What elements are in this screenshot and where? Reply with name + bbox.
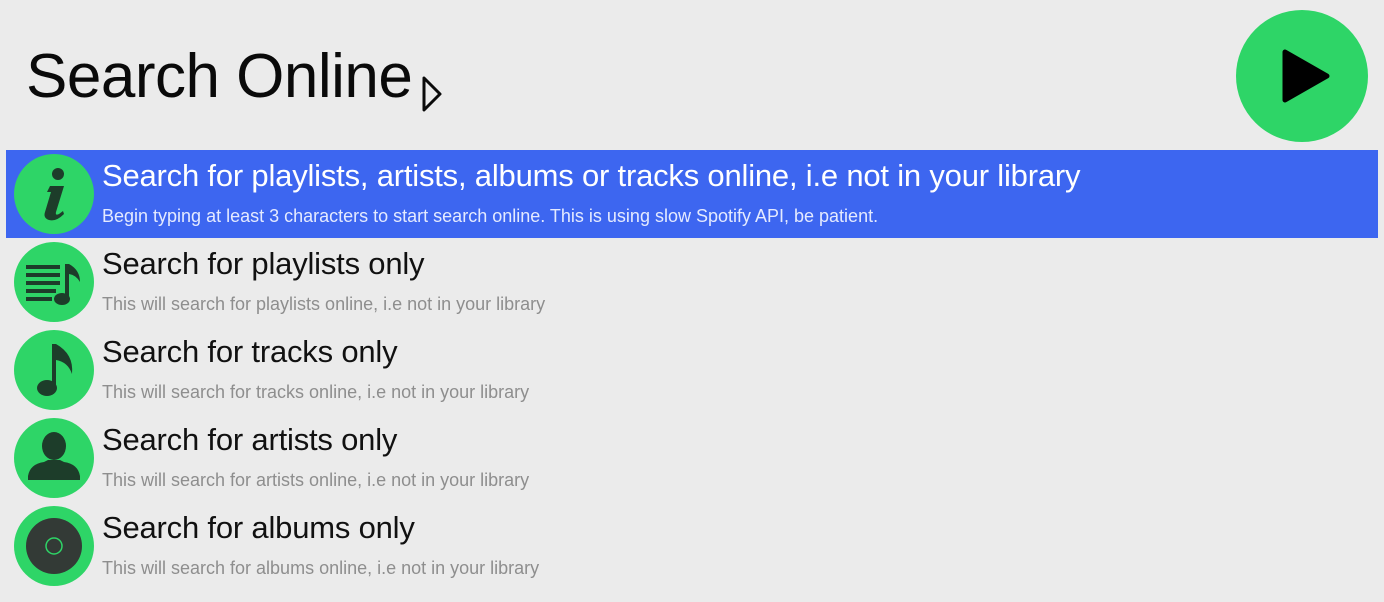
option-title: Search for albums only (102, 510, 415, 545)
artist-icon (14, 418, 94, 498)
option-subtitle: This will search for albums online, i.e … (102, 558, 540, 578)
option-subtitle: This will search for playlists online, i… (102, 294, 546, 314)
option-title: Search for playlists only (102, 246, 425, 281)
page-title: Search Online (26, 41, 413, 111)
option-subtitle: This will search for artists online, i.e… (102, 470, 530, 490)
music-note-icon (14, 330, 94, 410)
search-title: Search Online (26, 40, 444, 112)
search-option-playlists[interactable]: Search for playlists only This will sear… (6, 238, 1378, 326)
option-title: Search for artists only (102, 422, 398, 457)
search-option-albums[interactable]: Search for albums only This will search … (6, 502, 1378, 590)
triangle-right-outline-icon (420, 58, 444, 112)
header: Search Online (0, 0, 1384, 150)
option-subtitle: Begin typing at least 3 characters to st… (102, 206, 879, 226)
play-button[interactable] (1236, 10, 1368, 142)
search-option-all[interactable]: Search for playlists, artists, albums or… (6, 150, 1378, 238)
play-icon (1282, 49, 1330, 103)
search-option-tracks[interactable]: Search for tracks only This will search … (6, 326, 1378, 414)
option-subtitle: This will search for tracks online, i.e … (102, 382, 530, 402)
playlist-icon (14, 242, 94, 322)
album-icon (14, 506, 94, 586)
option-title: Search for playlists, artists, albums or… (102, 158, 1081, 193)
search-option-artists[interactable]: Search for artists only This will search… (6, 414, 1378, 502)
info-icon (14, 154, 94, 234)
app-window: Search Online Search for playlists, arti (0, 0, 1384, 602)
search-options-list: Search for playlists, artists, albums or… (6, 150, 1378, 590)
option-title: Search for tracks only (102, 334, 398, 369)
